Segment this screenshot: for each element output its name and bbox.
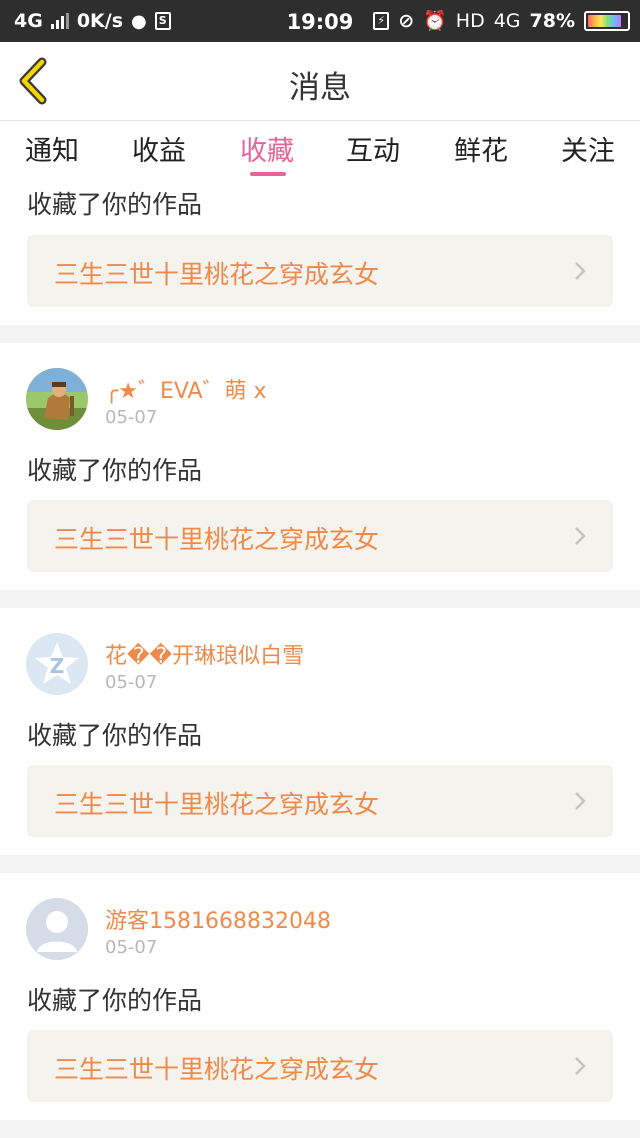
tab-follows[interactable]: 关注 <box>543 129 633 168</box>
default-person-icon <box>26 898 88 960</box>
battery-icon <box>584 10 630 31</box>
top-bar: 消息 <box>0 42 640 121</box>
list-item: ╭★゛EVA゛萌 x 05-07 收藏了你的作品 三生三世十里桃花之穿成玄女 <box>0 343 640 590</box>
network-type-right: 4G <box>493 9 521 32</box>
timestamp: 05-07 <box>105 407 158 428</box>
action-text: 收藏了你的作品 <box>27 456 203 485</box>
work-link[interactable]: 三生三世十里桃花之穿成玄女 <box>27 765 613 837</box>
qq-logo-icon: Z <box>26 633 88 695</box>
work-link[interactable]: 三生三世十里桃花之穿成玄女 <box>27 1030 613 1102</box>
active-tab-indicator <box>250 172 286 176</box>
mute-icon: ⊘ <box>398 9 415 32</box>
svg-text:Z: Z <box>50 654 65 678</box>
game-character-avatar-icon <box>26 368 88 430</box>
username[interactable]: 花��开琳琅似白雪 <box>105 638 304 670</box>
action-text: 收藏了你的作品 <box>27 721 203 750</box>
chevron-right-icon <box>575 1057 586 1075</box>
work-title: 三生三世十里桃花之穿成玄女 <box>54 790 380 819</box>
avatar[interactable] <box>26 898 88 960</box>
status-bar: 4G 0K/s ● S 19:09 ⚡ ⊘ ⏰ HD 4G 78% <box>0 0 640 42</box>
action-text: 收藏了你的作品 <box>27 190 203 219</box>
work-title: 三生三世十里桃花之穿成玄女 <box>54 525 380 554</box>
username[interactable]: ╭★゛EVA゛萌 x <box>105 373 267 405</box>
work-link[interactable]: 三生三世十里桃花之穿成玄女 <box>27 500 613 572</box>
alarm-icon: ⏰ <box>423 10 447 32</box>
battery-saver-icon: ⚡ <box>373 11 390 30</box>
list-item: 游客1581668832048 05-07 收藏了你的作品 三生三世十里桃花之穿… <box>0 873 640 1120</box>
tab-earnings[interactable]: 收益 <box>114 129 204 168</box>
timestamp: 05-07 <box>105 937 158 958</box>
avatar[interactable] <box>26 368 88 430</box>
timestamp: 05-07 <box>105 672 158 693</box>
chevron-right-icon <box>575 792 586 810</box>
tab-interactions[interactable]: 互动 <box>328 129 418 168</box>
tab-bar: 通知 收益 收藏 互动 鲜花 关注 <box>0 121 640 179</box>
avatar[interactable]: Z <box>26 633 88 695</box>
tab-flowers[interactable]: 鲜花 <box>436 129 526 168</box>
chevron-right-icon <box>575 527 586 545</box>
username[interactable]: 游客1581668832048 <box>105 903 331 935</box>
tab-notifications[interactable]: 通知 <box>7 129 97 168</box>
battery-percent: 78% <box>529 9 575 32</box>
work-title: 三生三世十里桃花之穿成玄女 <box>54 260 380 289</box>
tab-favorites[interactable]: 收藏 <box>222 129 312 168</box>
list-item: 收藏了你的作品 三生三世十里桃花之穿成玄女 <box>0 179 640 325</box>
chevron-right-icon <box>575 262 586 280</box>
hd-label: HD <box>455 9 485 32</box>
list-item: Z 花��开琳琅似白雪 05-07 收藏了你的作品 三生三世十里桃花之穿成玄女 <box>0 608 640 855</box>
work-title: 三生三世十里桃花之穿成玄女 <box>54 1055 380 1084</box>
page-title: 消息 <box>289 70 351 106</box>
work-link[interactable]: 三生三世十里桃花之穿成玄女 <box>27 235 613 307</box>
action-text: 收藏了你的作品 <box>27 986 203 1015</box>
